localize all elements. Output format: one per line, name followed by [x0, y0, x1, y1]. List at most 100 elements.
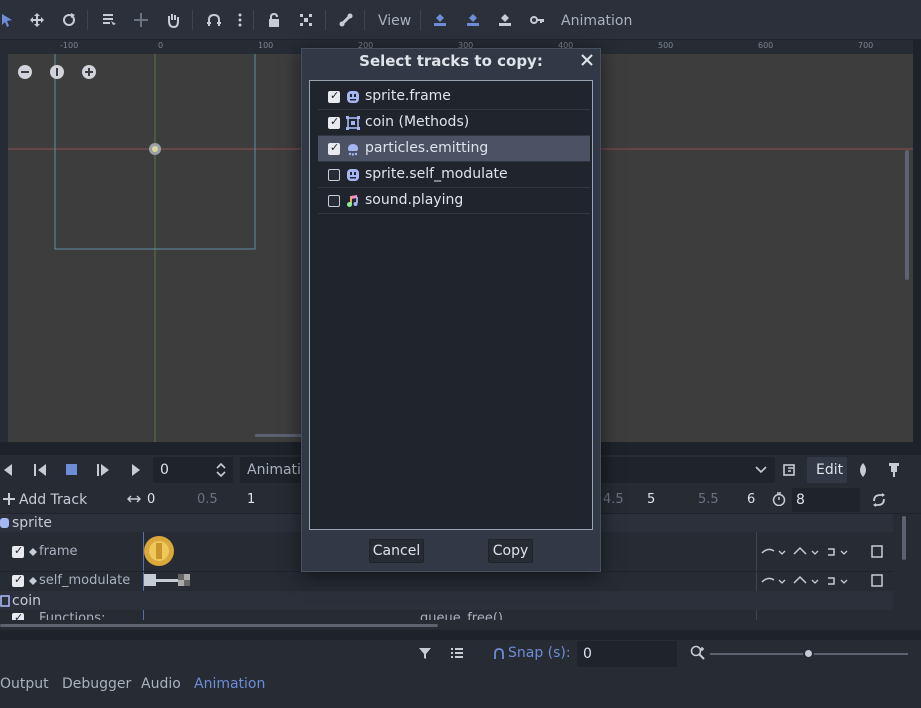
edit-button[interactable]: Edit [807, 457, 847, 483]
animation-menu[interactable]: Animation [561, 13, 632, 29]
timeline-tick: 5.5 [698, 492, 719, 507]
timeline-zoom-icon[interactable] [127, 494, 141, 504]
list-view-icon[interactable] [450, 646, 464, 660]
track-item[interactable]: sprite.self_modulate [318, 162, 590, 188]
snap-field[interactable]: 0 [577, 641, 677, 667]
coin-keyframe-preview[interactable] [143, 533, 177, 569]
timeline-tick: 0.5 [197, 492, 218, 507]
pivot-icon[interactable] [133, 12, 149, 28]
track-enable-checkbox[interactable] [12, 573, 24, 587]
track-node-sprite[interactable]: sprite [12, 515, 52, 531]
track-enable-checkbox[interactable] [12, 544, 24, 558]
track-checkbox[interactable] [328, 115, 340, 129]
track-item-selected[interactable]: particles.emitting [318, 136, 590, 162]
particles-icon [346, 142, 360, 156]
track-item[interactable]: sprite.frame [318, 84, 590, 110]
track-checkbox[interactable] [328, 89, 340, 103]
view-menu[interactable]: View [378, 13, 411, 29]
track-item[interactable]: sound.playing [318, 188, 590, 214]
rot-key-icon[interactable] [465, 12, 481, 28]
play-backwards-icon[interactable] [2, 463, 14, 477]
track-group-coin [0, 591, 893, 610]
zoom-reset-icon[interactable] [49, 64, 65, 80]
add-track-button[interactable]: Add Track [19, 492, 87, 508]
track-prop-self-modulate[interactable]: self_modulate [39, 573, 130, 588]
spin-arrows-icon[interactable] [215, 461, 227, 479]
group-icon[interactable] [298, 12, 314, 28]
timeline-tick: 4.5 [603, 492, 624, 507]
length-field[interactable]: 8 [792, 488, 860, 512]
play-from-start-icon[interactable] [96, 463, 110, 477]
frame-value: 0 [160, 462, 169, 478]
zoom-in-icon[interactable] [81, 64, 97, 80]
function-key-label[interactable]: queue_free() [420, 611, 503, 620]
loc-key-icon[interactable] [432, 12, 448, 28]
zoom-icon [690, 645, 706, 661]
lock-icon[interactable] [266, 12, 282, 28]
more-vertical-icon[interactable] [232, 12, 248, 28]
ruler-tick: 500 [658, 41, 674, 50]
snap-value: 0 [583, 646, 592, 662]
edit-button-label: Edit [816, 462, 844, 478]
close-icon[interactable] [580, 53, 594, 67]
animation-name: Animati [247, 462, 301, 478]
play-backwards-from-end-icon[interactable] [33, 463, 47, 477]
toolbar-separator [364, 10, 365, 30]
snap-icon[interactable] [492, 646, 506, 660]
viewport-scrollbar-vertical[interactable] [905, 150, 909, 280]
pan-hand-icon[interactable] [165, 12, 181, 28]
animation-tools-icon[interactable] [782, 462, 798, 478]
zoom-slider-handle[interactable] [803, 648, 814, 659]
cancel-button[interactable]: Cancel [369, 539, 424, 563]
tab-animation[interactable]: Animation [194, 676, 265, 692]
onion-skin-icon[interactable] [855, 462, 871, 478]
scl-key-icon[interactable] [497, 12, 513, 28]
color-keyframe-preview[interactable] [144, 574, 192, 588]
toolbar-separator [253, 10, 254, 30]
sprite-icon [346, 168, 360, 182]
track-enable-checkbox[interactable] [12, 611, 24, 620]
key-icon[interactable] [529, 12, 545, 28]
list-select-icon[interactable] [101, 12, 117, 28]
stop-icon[interactable] [66, 464, 78, 476]
tab-output[interactable]: Output [0, 676, 49, 692]
add-icon[interactable] [2, 492, 16, 506]
interpolation-controls[interactable] [760, 545, 890, 589]
track-prop-frame[interactable]: frame [39, 544, 78, 559]
property-key-icon [29, 577, 37, 585]
bone-icon[interactable] [338, 12, 354, 28]
loop-icon[interactable] [871, 492, 887, 508]
toolbar-separator [87, 10, 88, 30]
track-prop-functions[interactable]: Functions: [39, 611, 105, 620]
frame-spinbox[interactable]: 0 [153, 457, 233, 483]
copy-button[interactable]: Copy [488, 539, 533, 563]
move-icon[interactable] [29, 12, 45, 28]
track-checkbox[interactable] [328, 169, 340, 181]
tab-debugger[interactable]: Debugger [62, 676, 131, 692]
timeline-tick: 6 [747, 492, 756, 507]
track-node-coin[interactable]: coin [12, 593, 41, 609]
length-value: 8 [796, 492, 805, 508]
zoom-out-icon[interactable] [17, 64, 33, 80]
dialog-title: Select tracks to copy: [359, 52, 543, 70]
rotate-icon[interactable] [61, 12, 77, 28]
filter-icon[interactable] [418, 646, 432, 660]
tracks-scrollbar-horizontal[interactable] [0, 624, 438, 627]
toolbar-separator [325, 10, 326, 30]
track-item[interactable]: coin (Methods) [318, 110, 590, 136]
tab-audio[interactable]: Audio [141, 676, 181, 692]
track-checkbox[interactable] [328, 141, 340, 155]
node-icon [0, 594, 10, 608]
play-icon[interactable] [130, 463, 142, 477]
track-checkbox[interactable] [328, 195, 340, 207]
tracks-scrollbar-vertical[interactable] [902, 516, 906, 560]
toolbar-separator [420, 10, 421, 30]
pin-icon[interactable] [886, 462, 902, 478]
track-label: sprite.self_modulate [365, 166, 508, 182]
ruler-tick: 600 [758, 41, 774, 50]
snap-icon[interactable] [206, 12, 222, 28]
timeline-tick: 1 [247, 492, 256, 507]
property-key-icon [29, 548, 37, 556]
select-arrow-icon[interactable] [0, 12, 16, 28]
audio-icon [346, 194, 360, 208]
